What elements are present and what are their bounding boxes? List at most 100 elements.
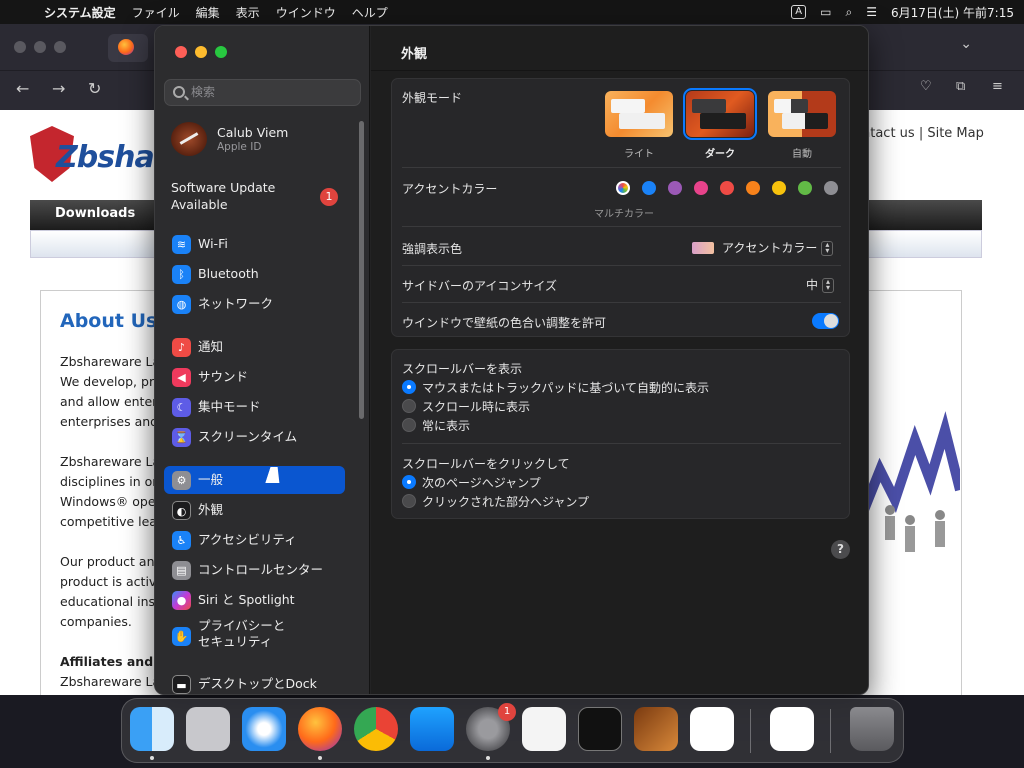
accent-blue-swatch[interactable]: [642, 181, 656, 195]
software-update-item[interactable]: Software Update Available: [171, 179, 275, 213]
window-preview: [692, 99, 726, 113]
zoom-button[interactable]: [215, 46, 227, 58]
text-line: We develop, pr: [60, 374, 155, 389]
mode-auto-label[interactable]: 自動: [768, 145, 836, 160]
screen-mirroring-icon[interactable]: ▭: [820, 5, 831, 19]
sidebar-item-appearance[interactable]: ◐ 外観: [164, 496, 345, 524]
sidebar-item-label: プライバシーと セキュリティ: [198, 618, 285, 650]
zoom-window-icon[interactable]: [54, 41, 66, 53]
mode-auto-thumbnail[interactable]: [768, 91, 836, 137]
top-links[interactable]: ntact us | Site Map: [862, 126, 984, 141]
profile-subtitle: Apple ID: [217, 141, 262, 153]
help-button[interactable]: ?: [831, 540, 850, 559]
highlight-color-popup[interactable]: アクセントカラー ▴ ▾: [722, 239, 834, 256]
radio-when-scrolling[interactable]: [402, 399, 416, 413]
sidebar-item-privacy-security[interactable]: ✋ プライバシーと セキュリティ: [164, 618, 345, 654]
firefox-icon[interactable]: [298, 707, 342, 751]
menu-edit[interactable]: 編集: [188, 4, 228, 21]
chrome-icon[interactable]: [354, 707, 398, 751]
sidebar-item-screen-time[interactable]: ⌛ スクリーンタイム: [164, 423, 345, 451]
sidebar-item-desktop-dock[interactable]: ▬ デスクトップとDock: [164, 670, 345, 694]
spotlight-search-icon[interactable]: ⌕: [845, 5, 852, 20]
input-source-indicator[interactable]: A: [791, 5, 807, 19]
radio-always[interactable]: [402, 418, 416, 432]
divider: [402, 167, 841, 168]
sidebar-item-notifications[interactable]: ♪ 通知: [164, 333, 345, 361]
mode-light-thumbnail[interactable]: [605, 91, 673, 137]
mode-light-label[interactable]: ライト: [605, 145, 673, 160]
nav-downloads[interactable]: Downloads: [55, 206, 135, 221]
vscode-icon[interactable]: [690, 707, 734, 751]
sidebar-item-wifi[interactable]: ≋ Wi-Fi: [164, 230, 345, 258]
safari-icon[interactable]: [242, 707, 286, 751]
search-input[interactable]: 検索: [164, 79, 361, 106]
mode-dark-thumbnail[interactable]: [683, 88, 757, 140]
menu-window[interactable]: ウインドウ: [268, 4, 344, 21]
window-preview: [611, 99, 645, 113]
appearance-group: 外観モード ライト ダーク 自動 アクセントカラー マルチカラー 強調表示色 ア…: [391, 78, 850, 337]
accent-green-swatch[interactable]: [798, 181, 812, 195]
accent-graphite-swatch[interactable]: [824, 181, 838, 195]
text-line: Zbshareware La: [60, 454, 161, 469]
hamburger-menu-icon[interactable]: ≡: [992, 79, 1003, 94]
reload-icon[interactable]: ↻: [88, 79, 101, 98]
tab-list-chevron-icon[interactable]: ⌄: [960, 36, 972, 52]
radio-label[interactable]: クリックされた部分へジャンプ: [422, 493, 589, 510]
sidebar-item-general[interactable]: ⚙ 一般: [164, 466, 345, 494]
finder-icon[interactable]: [130, 707, 174, 751]
radio-label[interactable]: 常に表示: [422, 417, 470, 434]
hand-icon: ✋: [172, 627, 191, 646]
divider: [402, 226, 841, 227]
trash-icon[interactable]: [850, 707, 894, 751]
menu-view[interactable]: 表示: [228, 4, 268, 21]
minimize-button[interactable]: [195, 46, 207, 58]
control-center-icon[interactable]: ☰: [866, 5, 877, 19]
extensions-icon[interactable]: ⧉: [956, 79, 965, 94]
forward-icon[interactable]: →: [52, 79, 65, 98]
menu-help[interactable]: ヘルプ: [344, 4, 396, 21]
sidebar-item-focus[interactable]: ☾ 集中モード: [164, 393, 345, 421]
close-window-icon[interactable]: [14, 41, 26, 53]
accent-yellow-swatch[interactable]: [772, 181, 786, 195]
textedit-icon[interactable]: [522, 707, 566, 751]
click-scrollbar-label: スクロールバーをクリックして: [402, 457, 570, 471]
software-update-label: Software Update: [171, 180, 276, 195]
apple-id-profile[interactable]: Calub Viem Apple ID: [171, 122, 361, 158]
pocket-icon[interactable]: ♡: [920, 79, 932, 94]
launchpad-icon[interactable]: [186, 707, 230, 751]
sidebar-item-sound[interactable]: ◀ サウンド: [164, 363, 345, 391]
visual-studio-icon[interactable]: [770, 707, 814, 751]
wallpaper-tint-toggle[interactable]: [812, 313, 839, 329]
menu-file[interactable]: ファイル: [124, 4, 188, 21]
app-store-icon[interactable]: [410, 707, 454, 751]
back-icon[interactable]: ←: [16, 79, 29, 98]
radio-label[interactable]: マウスまたはトラックパッドに基づいて自動的に表示: [422, 379, 709, 396]
sidebar-item-bluetooth[interactable]: ᛒ Bluetooth: [164, 260, 345, 288]
sidebar-icon-size-popup[interactable]: 中 ▴ ▾: [806, 276, 835, 293]
accent-pink-swatch[interactable]: [694, 181, 708, 195]
radio-auto-scrollbar[interactable]: [402, 380, 416, 394]
garageband-icon[interactable]: [634, 707, 678, 751]
app-menu[interactable]: システム設定: [36, 4, 124, 21]
sidebar-scrollbar[interactable]: [359, 121, 364, 419]
radio-jump-next-page[interactable]: [402, 475, 416, 489]
accent-multicolor-swatch[interactable]: [616, 181, 630, 195]
window-preview: [774, 99, 808, 113]
radio-jump-clicked-spot[interactable]: [402, 494, 416, 508]
affiliates-heading: Affiliates and: [60, 654, 154, 669]
radio-label[interactable]: スクロール時に表示: [422, 398, 530, 415]
divider: [371, 70, 868, 71]
close-button[interactable]: [175, 46, 187, 58]
clock[interactable]: 6月17日(土) 午前7:15: [891, 4, 1014, 21]
radio-label[interactable]: 次のページへジャンプ: [422, 474, 541, 491]
sidebar-item-control-center[interactable]: ▤ コントロールセンター: [164, 556, 345, 584]
sidebar-item-network[interactable]: ◍ ネットワーク: [164, 290, 345, 318]
minimize-window-icon[interactable]: [34, 41, 46, 53]
sidebar-item-accessibility[interactable]: ♿ アクセシビリティ: [164, 526, 345, 554]
accent-red-swatch[interactable]: [720, 181, 734, 195]
terminal-icon[interactable]: [578, 707, 622, 751]
accent-orange-swatch[interactable]: [746, 181, 760, 195]
accent-purple-swatch[interactable]: [668, 181, 682, 195]
mode-dark-label[interactable]: ダーク: [686, 145, 754, 160]
sidebar-item-siri-spotlight[interactable]: ● Siri と Spotlight: [164, 586, 345, 614]
